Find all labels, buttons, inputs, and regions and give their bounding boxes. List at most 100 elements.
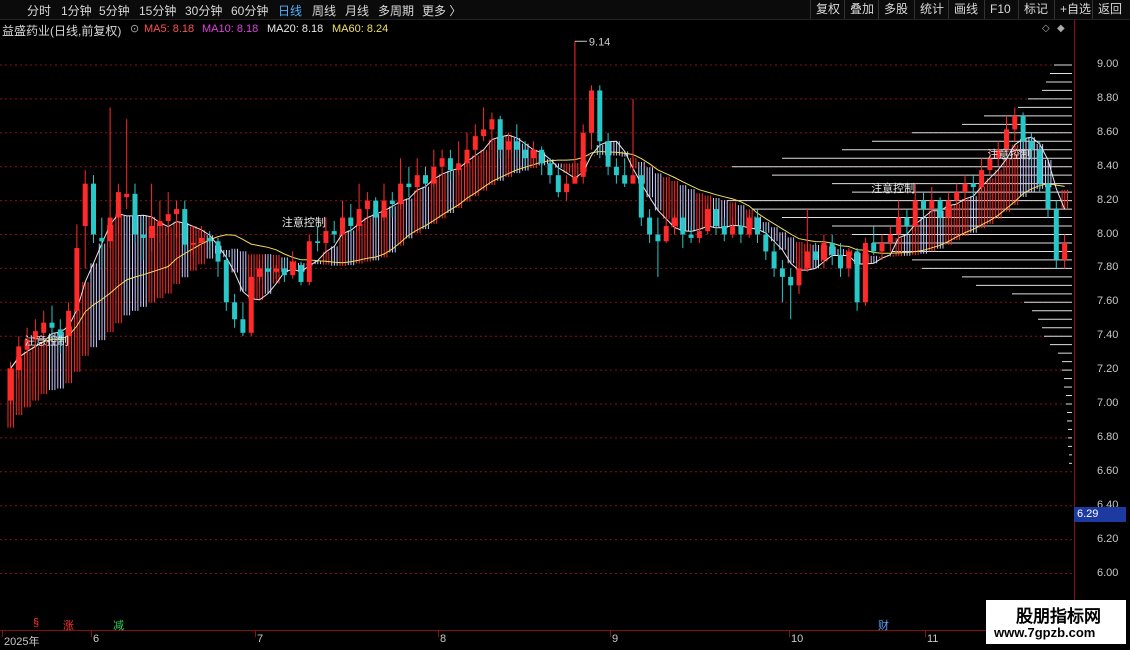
- candle-body: [522, 149, 528, 159]
- candle-body: [530, 149, 536, 159]
- period-tab-1[interactable]: 1分钟: [61, 2, 92, 19]
- candlestick-chart: 9.14注意控制注意控制注意控制注意控制: [0, 36, 1074, 574]
- y-tick-label: 9.00: [1097, 58, 1119, 70]
- period-tab-3[interactable]: 15分钟: [139, 2, 176, 19]
- x-tick-label: 8: [440, 633, 447, 645]
- candle-body: [215, 241, 221, 262]
- candle-body: [149, 226, 155, 238]
- candle-body: [796, 268, 802, 286]
- candle-body: [705, 209, 711, 232]
- candle-body: [489, 119, 495, 130]
- toolbar-button-4[interactable]: 画线: [948, 0, 983, 19]
- candle-body: [597, 90, 603, 142]
- toolbar-button-3[interactable]: 统计: [914, 0, 949, 19]
- candle-body: [630, 175, 636, 184]
- candle-body: [564, 183, 570, 193]
- candle-body: [1062, 242, 1068, 260]
- toolbar-button-5[interactable]: F10: [984, 0, 1016, 19]
- candle-body: [290, 261, 296, 276]
- candle-body: [779, 268, 785, 277]
- x-tick-label: 10: [791, 633, 804, 645]
- x-tick: [610, 631, 611, 637]
- candle-body: [746, 217, 752, 235]
- candle-body: [506, 141, 511, 150]
- candle-body: [174, 209, 179, 215]
- toolbar-button-0[interactable]: 复权: [810, 0, 845, 19]
- annotation-label: 注意控制: [282, 215, 326, 229]
- y-axis-separator: [1074, 20, 1075, 640]
- toolbar-button-8[interactable]: 返回: [1092, 0, 1127, 19]
- candle-body: [572, 176, 578, 184]
- y-tick-label: 7.80: [1097, 261, 1119, 274]
- candle-body: [281, 268, 287, 276]
- candle-body: [306, 241, 312, 282]
- period-tab-8[interactable]: 月线: [345, 2, 369, 19]
- candle-body: [755, 217, 760, 235]
- period-tab-2[interactable]: 5分钟: [99, 2, 130, 19]
- candle-body: [721, 226, 727, 235]
- annotation-label: 注意控制: [871, 181, 915, 195]
- x-tick: [925, 631, 926, 637]
- candle-body: [348, 217, 354, 227]
- candle-body: [464, 149, 470, 164]
- period-tab-5[interactable]: 60分钟: [231, 2, 268, 19]
- candle-body: [8, 368, 13, 401]
- x-tick: [2, 631, 3, 637]
- candle-body: [912, 200, 918, 227]
- event-flag-1[interactable]: 涨: [63, 617, 74, 633]
- event-flag-0[interactable]: §: [33, 617, 39, 629]
- candle-body: [813, 251, 819, 260]
- candle-body: [688, 234, 694, 238]
- candle-body: [66, 310, 72, 337]
- candle-body: [389, 200, 395, 204]
- watermark-title: 股朋指标网: [1016, 607, 1101, 626]
- candle-body: [514, 141, 520, 150]
- y-tick-label: 8.00: [1097, 227, 1119, 240]
- candle-body: [99, 237, 105, 242]
- candle-body: [1045, 183, 1051, 210]
- candle-body: [622, 175, 628, 184]
- candle-body: [364, 200, 370, 210]
- candle-body: [124, 193, 130, 198]
- y-tick-label: 8.20: [1097, 193, 1119, 206]
- event-flag-3[interactable]: 财: [878, 617, 889, 633]
- candle-body: [82, 183, 88, 227]
- candle-body: [962, 183, 968, 193]
- candle-body: [887, 234, 893, 243]
- candle-body: [539, 149, 545, 164]
- candle-body: [140, 234, 146, 238]
- toolbar-button-2[interactable]: 多股: [878, 0, 913, 19]
- period-toolbar: 分时 1分钟 5分钟 15分钟 30分钟 60分钟 日线 周线 月线 多周期 更多 〉 复权 叠加 多股统…: [0, 0, 1130, 20]
- toolbar-button-1[interactable]: 叠加: [844, 0, 879, 19]
- period-tab-10[interactable]: 更多 〉: [422, 2, 461, 19]
- candle-body: [265, 268, 271, 272]
- toolbar-button-6[interactable]: 标记: [1018, 0, 1053, 19]
- watermark-url: www.7gpzb.com: [994, 625, 1096, 640]
- y-tick-label: 8.60: [1097, 125, 1119, 138]
- candle-body: [945, 200, 951, 218]
- period-tab-4[interactable]: 30分钟: [185, 2, 222, 19]
- period-tab-6[interactable]: 日线: [278, 2, 302, 19]
- candle-body: [1037, 149, 1043, 184]
- candle-body: [447, 158, 453, 171]
- candle-body: [298, 265, 304, 282]
- toolbar-button-7[interactable]: +自选: [1054, 0, 1096, 19]
- candle-body: [696, 231, 702, 238]
- candle-body: [273, 268, 279, 272]
- x-tick: [789, 631, 790, 637]
- candle-body: [1053, 209, 1059, 260]
- period-tab-7[interactable]: 周线: [312, 2, 336, 19]
- candle-body: [846, 251, 852, 269]
- period-tab-9[interactable]: 多周期: [378, 2, 414, 19]
- candle-body: [257, 268, 262, 277]
- candle-body: [41, 322, 47, 333]
- candle-body: [16, 346, 22, 371]
- event-flag-2[interactable]: 减: [113, 617, 124, 633]
- y-tick-label: 7.40: [1097, 329, 1119, 342]
- candle-body: [157, 220, 163, 227]
- high-price-label: 9.14: [589, 36, 610, 48]
- candle-body: [638, 175, 644, 218]
- candle-body: [937, 200, 943, 218]
- y-tick-label: 6.60: [1097, 464, 1119, 477]
- period-tab-0[interactable]: 分时: [27, 2, 51, 19]
